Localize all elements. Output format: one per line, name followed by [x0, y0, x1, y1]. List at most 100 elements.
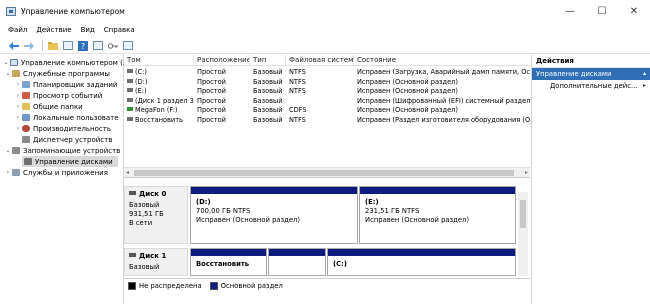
chevron-right-icon[interactable]: ›: [14, 103, 22, 110]
disk-graphical-view: Диск 0 Базовый 931,51 ГБ В сети (D:) 700…: [124, 180, 530, 276]
disk-size: 931,51 ГБ: [129, 210, 164, 218]
unallocated-swatch: [128, 281, 136, 290]
disk-1-label[interactable]: Диск 1 Базовый: [124, 248, 188, 276]
tree-item-shared[interactable]: › Общие папки: [14, 101, 83, 112]
cell-layout: Простой: [197, 106, 226, 114]
disk-0: Диск 0 Базовый 931,51 ГБ В сети (D:) 700…: [124, 186, 516, 244]
disk-name: Диск 0: [139, 190, 167, 198]
primary-partition-bar: [360, 187, 515, 194]
tree-item-perf[interactable]: › Производительность: [14, 123, 111, 134]
disk-1: Диск 1 Базовый Восстановить (C:): [124, 248, 516, 276]
disk-type: Базовый: [129, 263, 160, 271]
help-icon[interactable]: ?: [77, 40, 89, 52]
cell-filesystem: NTFS: [289, 77, 306, 86]
table-row[interactable]: (Диск 1 раздел 3) Простой Базовый Исправ…: [124, 97, 530, 107]
table-row[interactable]: MegaFon (F:) Простой Базовый CDFS Исправ…: [124, 106, 530, 116]
menu-action[interactable]: Действие: [36, 26, 71, 34]
chevron-right-icon[interactable]: ›: [4, 169, 12, 176]
scroll-right-icon[interactable]: ▸: [525, 169, 528, 176]
partition-status: Исправен (Основной раздел): [365, 216, 470, 224]
tree-item-storage[interactable]: ⌄ Запоминающие устройств: [4, 145, 120, 156]
close-button[interactable]: ✕: [618, 0, 650, 22]
back-arrow-icon[interactable]: [8, 40, 20, 52]
chevron-down-icon[interactable]: ⌄: [4, 70, 12, 77]
cell-type: Базовый: [253, 68, 283, 76]
properties-icon[interactable]: [92, 40, 104, 52]
column-header-filesystem[interactable]: Файловая система: [286, 55, 354, 66]
cell-status: Исправен (Загрузка, Аварийный дамп памят…: [357, 68, 530, 76]
forward-arrow-icon[interactable]: [23, 40, 35, 52]
key-icon[interactable]: [107, 40, 119, 52]
tree-item-diskmgmt[interactable]: Управление дисками: [22, 156, 118, 167]
minimize-button[interactable]: —: [554, 0, 586, 22]
cell-layout: Простой: [197, 77, 226, 86]
horizontal-scrollbar[interactable]: ◂ ▸: [124, 167, 530, 177]
shared-folder-icon: [22, 103, 30, 110]
cell-type: Базовый: [253, 115, 283, 124]
more-actions-item[interactable]: Дополнительные дейс... ▸: [532, 80, 650, 92]
chevron-right-icon[interactable]: ›: [14, 92, 22, 99]
tree-item-users[interactable]: › Локальные пользовате: [14, 112, 119, 123]
collapse-icon[interactable]: ▴: [643, 68, 646, 80]
partition-size: 700,00 ГБ NTFS: [196, 207, 251, 215]
table-row[interactable]: (E:) Простой Базовый NTFS Исправен (Осно…: [124, 87, 530, 97]
tree-label: Общие папки: [33, 102, 83, 111]
tree-label: Локальные пользовате: [33, 113, 119, 122]
partition-recovery[interactable]: Восстановить: [190, 248, 267, 276]
cell-layout: Простой: [197, 87, 226, 95]
show-tree-icon[interactable]: [62, 40, 74, 52]
cell-type: Базовый: [253, 77, 283, 86]
cell-volume: (E:): [135, 87, 147, 95]
menu-file[interactable]: Файл: [8, 26, 27, 34]
scrollbar-thumb[interactable]: [520, 200, 526, 228]
table-row[interactable]: (C:) Простой Базовый NTFS Исправен (Загр…: [124, 68, 530, 78]
chevron-down-icon[interactable]: ⌄: [4, 147, 12, 154]
column-header-status[interactable]: Состояние: [354, 55, 530, 66]
chevron-right-icon[interactable]: ›: [14, 125, 22, 132]
partition-name: Восстановить: [196, 260, 250, 268]
disk-type: Базовый: [129, 201, 160, 209]
chevron-right-icon[interactable]: ›: [14, 114, 22, 121]
folder-up-icon[interactable]: [47, 40, 59, 52]
cell-status: Исправен (Шифрованный (EFI) системный ра…: [357, 96, 530, 105]
tree-label: Просмотр событий: [33, 91, 103, 100]
cell-filesystem: NTFS: [289, 68, 306, 76]
tree-item-scheduler[interactable]: › Планировщик заданий: [14, 79, 118, 90]
partition-d[interactable]: (D:) 700,00 ГБ NTFS Исправен (Основной р…: [190, 186, 358, 244]
partition-c[interactable]: (C:): [327, 248, 516, 276]
chevron-right-icon[interactable]: ›: [14, 81, 22, 88]
column-header-volume[interactable]: Том: [124, 55, 194, 66]
cell-volume: (Диск 1 раздел 3): [135, 96, 194, 105]
actions-section-disk-management[interactable]: Управление дисками ▴: [532, 68, 650, 80]
chevron-down-icon[interactable]: ⌄: [2, 59, 10, 66]
tree-item-services[interactable]: › Службы и приложения: [4, 167, 108, 178]
tree-item-root[interactable]: ⌄ Управление компьютером (лс: [2, 57, 131, 68]
computer-management-icon: [6, 6, 16, 16]
tree-item-events[interactable]: › Просмотр событий: [14, 90, 103, 101]
tree-item-devmgr[interactable]: Диспетчер устройств: [14, 134, 112, 145]
disk-0-label[interactable]: Диск 0 Базовый 931,51 ГБ В сети: [124, 186, 188, 244]
scrollbar-thumb[interactable]: [134, 170, 514, 176]
column-header-type[interactable]: Тип: [250, 55, 286, 66]
partition-e[interactable]: (E:) 231,51 ГБ NTFS Исправен (Основной р…: [359, 186, 516, 244]
cell-filesystem: NTFS: [289, 115, 306, 124]
table-row[interactable]: Восстановить Простой Базовый NTFS Исправ…: [124, 116, 530, 126]
maximize-button[interactable]: ☐: [586, 0, 618, 22]
cell-status: Исправен (Основной раздел): [357, 77, 458, 86]
cell-type: Базовый: [253, 96, 283, 105]
table-row[interactable]: (D:) Простой Базовый NTFS Исправен (Осно…: [124, 78, 530, 88]
volume-list: Том Расположение Тип Файловая система Со…: [124, 55, 530, 178]
disk-management-icon: [24, 158, 32, 165]
menu-help[interactable]: Справка: [104, 26, 135, 34]
partition-efi[interactable]: [268, 248, 326, 276]
menu-view[interactable]: Вид: [81, 26, 95, 34]
column-header-layout[interactable]: Расположение: [194, 55, 250, 66]
tree-item-utilities[interactable]: ⌄ Служебные программы: [4, 68, 109, 79]
scroll-left-icon[interactable]: ◂: [126, 169, 129, 176]
cell-type: Базовый: [253, 106, 283, 114]
vertical-scrollbar[interactable]: [518, 192, 528, 276]
more-actions-label: Дополнительные дейс...: [550, 82, 638, 90]
performance-icon: [22, 125, 30, 132]
legend: Не распределена Основной раздел: [124, 278, 530, 292]
console-icon[interactable]: [122, 40, 134, 52]
